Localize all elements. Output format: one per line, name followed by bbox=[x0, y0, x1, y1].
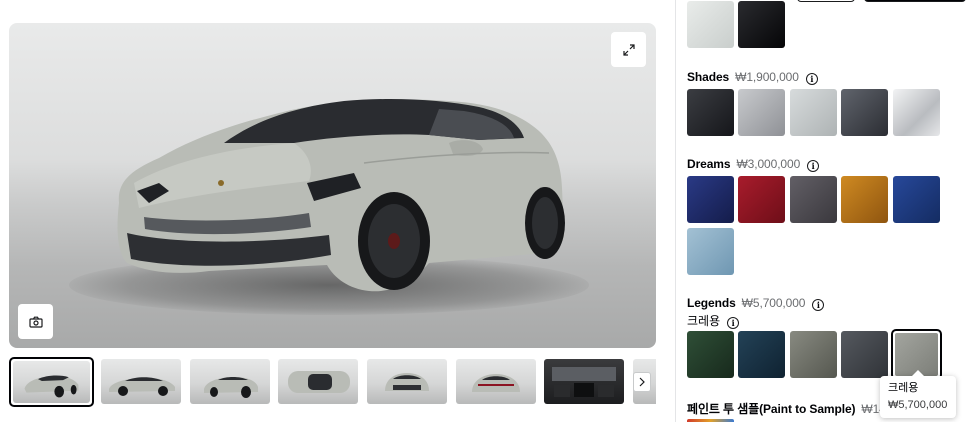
color-swatch-shades-3[interactable] bbox=[790, 89, 837, 136]
color-swatch-dreams-3[interactable] bbox=[790, 176, 837, 223]
thumbnail-top[interactable] bbox=[278, 359, 358, 404]
color-swatch-shades-5[interactable] bbox=[893, 89, 940, 136]
thumbnail-rear-three-quarter[interactable] bbox=[190, 359, 270, 404]
panel-divider bbox=[675, 0, 676, 422]
color-swatch-legends-4[interactable] bbox=[841, 331, 888, 378]
tooltip-color-name: 크레용 bbox=[888, 382, 919, 394]
color-swatch-legends-1[interactable] bbox=[687, 331, 734, 378]
color-swatch-shades-1[interactable] bbox=[687, 89, 734, 136]
car-image-viewer[interactable] bbox=[9, 23, 656, 348]
color-swatch-dreams-6[interactable] bbox=[687, 228, 734, 275]
color-swatch-legends-2[interactable] bbox=[738, 331, 785, 378]
thumbnail-side[interactable] bbox=[101, 359, 181, 404]
selected-color-label: 크레용 i bbox=[687, 312, 740, 329]
thumbnail-interior[interactable] bbox=[544, 359, 624, 404]
color-swatch-dreams-2[interactable] bbox=[738, 176, 785, 223]
color-swatch-dreams-5[interactable] bbox=[893, 176, 940, 223]
info-icon[interactable]: i bbox=[805, 73, 818, 85]
thumbnail-next-button[interactable] bbox=[633, 372, 651, 392]
info-icon[interactable]: i bbox=[807, 160, 820, 172]
thumbnail-front-three-quarter[interactable] bbox=[9, 357, 94, 407]
fullscreen-button[interactable] bbox=[611, 32, 646, 67]
screenshot-button[interactable] bbox=[18, 304, 53, 339]
section-dreams-title: Dreams ₩3,000,000 i bbox=[687, 157, 820, 172]
color-swatch-dreams-1[interactable] bbox=[687, 176, 734, 223]
thumbnail-strip bbox=[9, 357, 656, 407]
camera-icon bbox=[28, 316, 43, 328]
section-legends-title: Legends ₩5,700,000 i bbox=[687, 296, 825, 311]
top-primary-button[interactable] bbox=[864, 0, 966, 2]
car-image bbox=[117, 99, 565, 292]
color-swatch-top-2[interactable] bbox=[738, 1, 785, 48]
tooltip-color-price: ₩5,700,000 bbox=[888, 399, 948, 411]
section-shades-title: Shades ₩1,900,000 i bbox=[687, 70, 818, 85]
color-swatch-shades-2[interactable] bbox=[738, 89, 785, 136]
color-swatch-shades-4[interactable] bbox=[841, 89, 888, 136]
color-tooltip: 크레용 ₩5,700,000 bbox=[880, 370, 956, 418]
thumbnail-rear[interactable] bbox=[456, 359, 536, 404]
expand-icon bbox=[622, 43, 635, 56]
chevron-right-icon bbox=[639, 377, 645, 387]
color-swatch-top-1[interactable] bbox=[687, 1, 734, 48]
section-paint-to-sample-title: 페인트 투 샘플(Paint to Sample)₩14,700 bbox=[687, 402, 909, 416]
color-swatch-legends-3[interactable] bbox=[790, 331, 837, 378]
color-swatch-dreams-4[interactable] bbox=[841, 176, 888, 223]
top-outline-button[interactable] bbox=[797, 0, 855, 2]
thumbnail-front[interactable] bbox=[367, 359, 447, 404]
info-icon[interactable]: i bbox=[727, 317, 740, 329]
info-icon[interactable]: i bbox=[812, 299, 825, 311]
